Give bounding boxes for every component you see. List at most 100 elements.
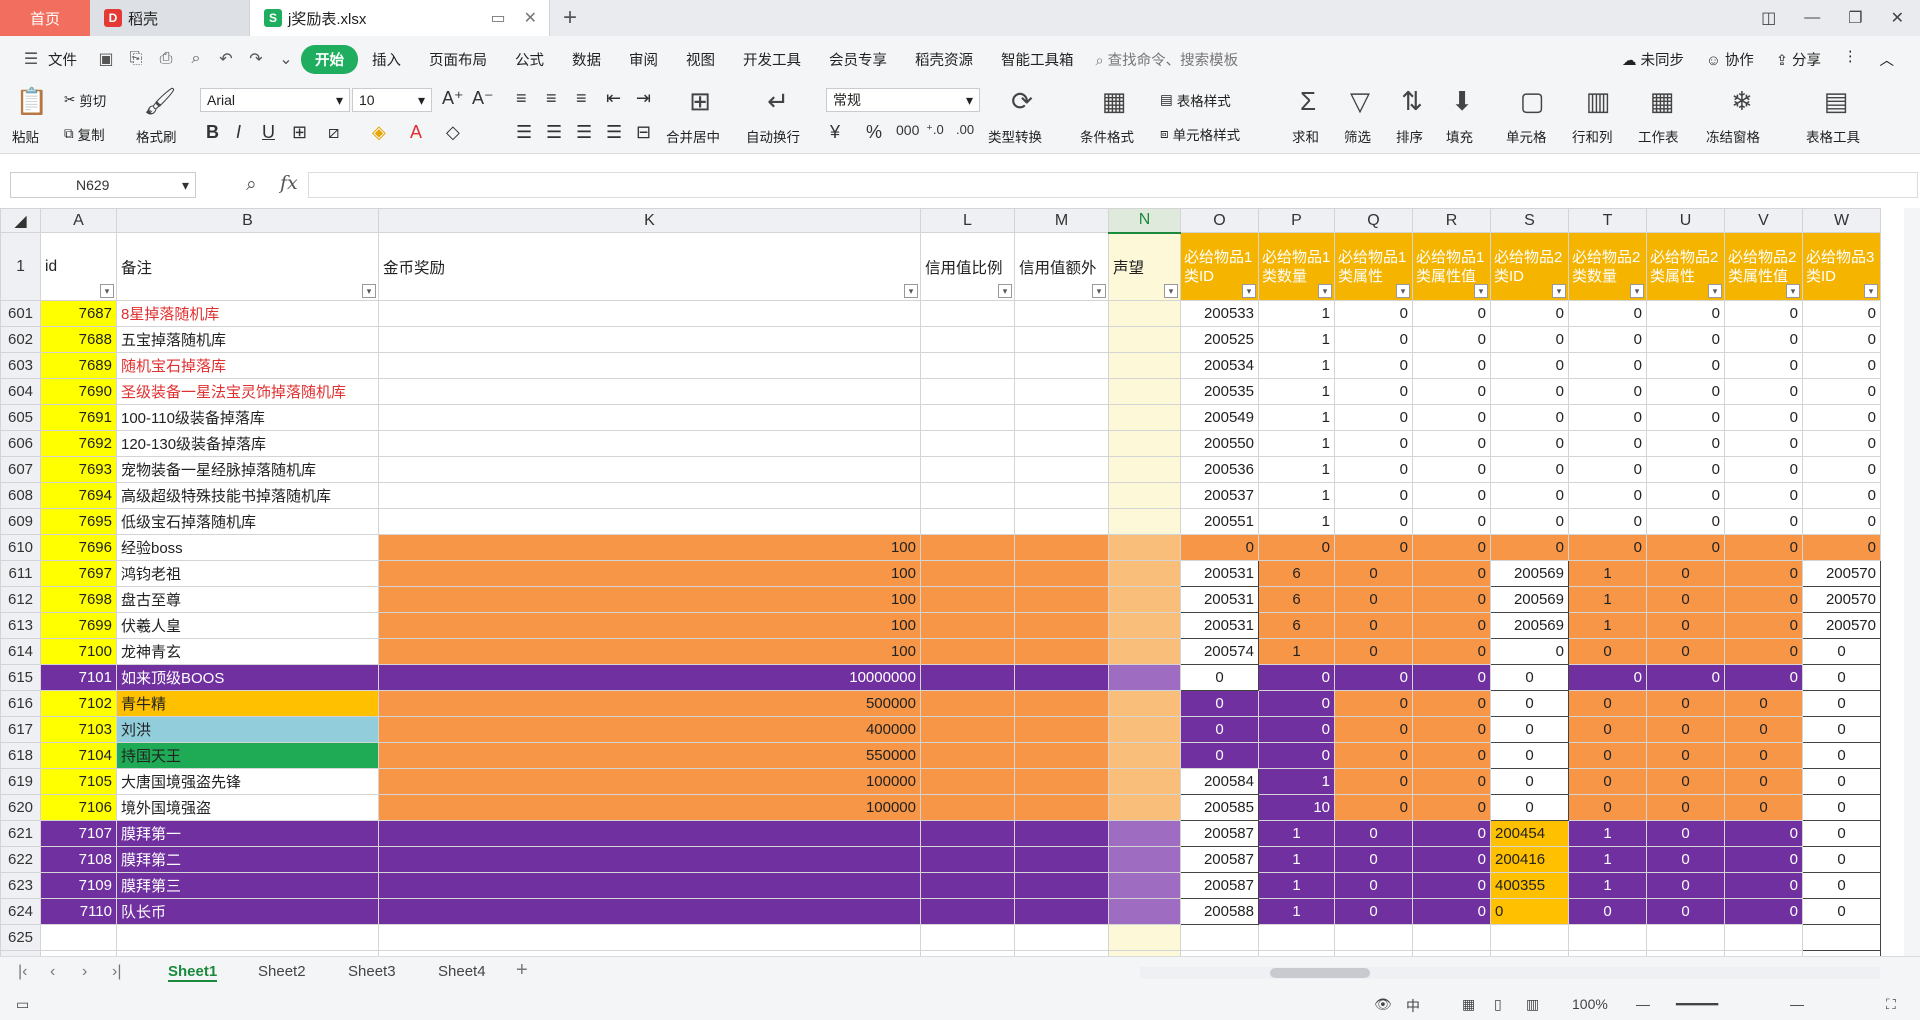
menu-developer[interactable]: 开发工具 [729,49,815,70]
border-icon[interactable]: ⊞ [292,122,307,143]
header-cell-A[interactable]: id ▾ [40,232,117,301]
cell-id[interactable]: 7688 [40,326,117,353]
number-format-select[interactable]: 常规 ▾ [826,88,980,112]
cell-W[interactable]: 0 [1802,638,1881,665]
cell-W[interactable]: 0 [1802,482,1881,509]
cell-id[interactable]: 7102 [40,690,117,717]
cell-M[interactable] [1014,768,1109,795]
column-header-R[interactable]: R [1412,208,1491,233]
cell-L[interactable] [920,300,1015,327]
cell-gold-reward[interactable]: 100000 [378,794,921,821]
cell-M[interactable] [1014,664,1109,691]
cell-L[interactable] [920,404,1015,431]
cell-note[interactable]: 龙神青玄 [116,638,379,665]
cell-note[interactable]: 伏羲人皇 [116,612,379,639]
cell-L[interactable] [920,430,1015,457]
cell-W[interactable]: 0 [1802,716,1881,743]
copy-button[interactable]: ⧉ 复制 [64,124,105,144]
cell-R[interactable]: 0 [1412,846,1491,873]
cell-reputation[interactable] [1108,612,1181,639]
header-cell-U[interactable]: 必给物品2类属性 ▾ [1646,232,1725,301]
paste-icon[interactable]: 📋 [12,86,52,117]
cell-T[interactable]: 0 [1568,300,1647,327]
row-number[interactable]: 620 [0,794,41,821]
cell-M[interactable] [1014,508,1109,535]
row-number[interactable]: 607 [0,456,41,483]
cell-O[interactable]: 200587 [1180,820,1259,847]
cell-L[interactable] [920,742,1015,769]
sheet-tab-4[interactable]: Sheet4 [438,963,486,980]
cell-gold-reward[interactable] [378,846,921,873]
cell-O[interactable]: 200549 [1180,404,1259,431]
cell-reputation[interactable] [1108,404,1181,431]
freeze-icon[interactable]: ❄ [1722,86,1762,117]
cell-T[interactable]: 1 [1568,846,1647,873]
cell-W[interactable]: 0 [1802,820,1881,847]
cell-note[interactable]: 队长币 [116,898,379,925]
cell-reputation[interactable] [1108,716,1181,743]
cell-gold-reward[interactable]: 10000000 [378,664,921,691]
cell-note[interactable]: 盘古至尊 [116,586,379,613]
cell-O[interactable]: 200536 [1180,456,1259,483]
header-cell-T[interactable]: 必给物品2类数量 ▾ [1568,232,1647,301]
row-number[interactable]: 1 [0,232,41,301]
cell-L[interactable] [920,768,1015,795]
row-col-icon[interactable]: ▥ [1578,86,1618,117]
cell-W[interactable]: 200570 [1802,612,1881,639]
row-col-button[interactable]: 行和列 [1572,126,1613,146]
row-number[interactable]: 622 [0,846,41,873]
first-sheet-icon[interactable]: |‹ [18,963,27,981]
scroll-thumb[interactable] [1270,968,1370,978]
cell-S[interactable]: 0 [1490,300,1569,327]
cell-V[interactable]: 0 [1724,586,1803,613]
cell-W[interactable]: 0 [1802,300,1881,327]
cell-L[interactable] [920,378,1015,405]
zoom-level[interactable]: 100% [1572,996,1608,1012]
sort-button[interactable]: 排序 [1396,126,1423,146]
cell-L[interactable] [920,534,1015,561]
font-family-select[interactable]: Arial ▾ [200,88,350,112]
cell-S[interactable]: 0 [1490,768,1569,795]
format-painter-icon[interactable]: 🖌 [140,86,180,117]
row-number[interactable]: 605 [0,404,41,431]
cell-id[interactable]: 7110 [40,898,117,925]
cell-S[interactable]: 200569 [1490,586,1569,613]
cell-V[interactable]: 0 [1724,638,1803,665]
cell-id[interactable]: 7695 [40,508,117,535]
cell-reputation[interactable] [1108,300,1181,327]
cell-T[interactable]: 1 [1568,560,1647,587]
cell-O[interactable]: 200531 [1180,586,1259,613]
cell-gold-reward[interactable]: 100 [378,534,921,561]
cell-L[interactable] [920,352,1015,379]
cell-id[interactable]: 7108 [40,846,117,873]
thousands-icon[interactable]: 000 [896,122,919,138]
cell-note[interactable]: 持国天王 [116,742,379,769]
cell-L[interactable] [920,872,1015,899]
cell-W[interactable]: 0 [1802,742,1881,769]
cell-P[interactable]: 1 [1258,508,1335,535]
cell-T[interactable]: 0 [1568,404,1647,431]
macro-icon[interactable]: ▭ [16,996,29,1013]
vertical-scrollbar[interactable] [1904,208,1920,956]
close-window-icon[interactable]: ✕ [1891,8,1904,28]
filter-icon[interactable]: ▽ [1340,86,1380,117]
cell-id[interactable]: 7101 [40,664,117,691]
cell-S[interactable]: 200416 [1490,846,1569,873]
cell-P[interactable]: 1 [1258,430,1335,457]
indent-increase-icon[interactable]: ⇥ [636,88,651,109]
select-all-corner[interactable]: ◢ [0,208,41,233]
merge-icon[interactable]: ⊞ [680,86,720,117]
cell-O[interactable]: 200587 [1180,846,1259,873]
cell-O[interactable]: 200551 [1180,508,1259,535]
row-number[interactable]: 623 [0,872,41,899]
cell-note[interactable]: 大唐国境强盗先锋 [116,768,379,795]
collab-button[interactable]: ☺ 协作 [1706,49,1754,70]
cell-P[interactable]: 1 [1258,404,1335,431]
cell-W[interactable]: 0 [1802,352,1881,379]
wrap-icon[interactable]: ↵ [758,86,798,117]
cell-P[interactable]: 1 [1258,300,1335,327]
preview-icon[interactable]: ⌕ [184,50,208,68]
cell-id[interactable]: 7107 [40,820,117,847]
cell-id[interactable]: 7698 [40,586,117,613]
cell-M[interactable] [1014,456,1109,483]
